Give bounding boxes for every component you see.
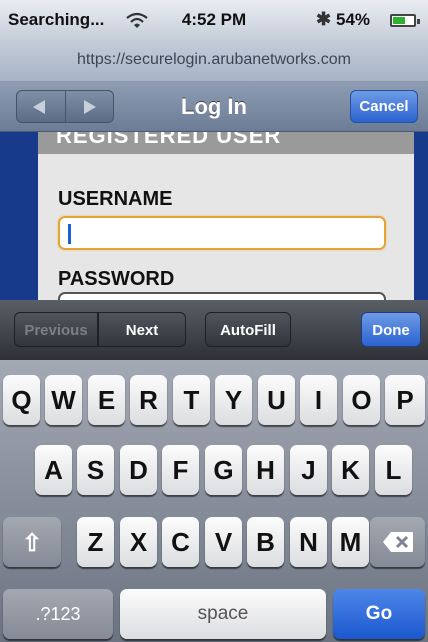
key-r[interactable]: R [130,375,167,425]
backspace-icon [382,532,413,552]
key-c[interactable]: C [162,517,199,567]
form-assistant-bar: Previous Next AutoFill Done [0,300,428,360]
navigation-bar: Log In Cancel [0,82,428,132]
done-button[interactable]: Done [361,312,421,347]
section-header: REGISTERED USER [38,132,414,154]
space-key[interactable]: space [120,589,326,639]
battery-percent: 54% [336,10,371,29]
key-k[interactable]: K [332,445,369,495]
shift-key[interactable]: ⇧ [3,517,61,567]
bluetooth-icon: ✱ [316,9,332,29]
key-u[interactable]: U [258,375,295,425]
username-input[interactable] [58,216,386,250]
battery-icon [390,14,420,27]
login-panel: REGISTERED USER USERNAME PASSWORD [38,132,414,300]
key-g[interactable]: G [205,445,242,495]
key-b[interactable]: B [247,517,284,567]
key-y[interactable]: Y [215,375,252,425]
next-button[interactable]: Next [98,312,186,347]
url-text[interactable]: https://securelogin.arubanetworks.com [0,51,428,69]
key-i[interactable]: I [300,375,337,425]
key-w[interactable]: W [45,375,82,425]
section-heading: REGISTERED USER [56,132,282,148]
password-label: PASSWORD [58,268,175,290]
key-m[interactable]: M [332,517,369,567]
key-s[interactable]: S [77,445,114,495]
key-o[interactable]: O [343,375,380,425]
key-v[interactable]: V [205,517,242,567]
text-cursor [68,224,71,244]
web-content: REGISTERED USER USERNAME PASSWORD [0,132,428,300]
backspace-key[interactable] [370,517,425,567]
key-a[interactable]: A [35,445,72,495]
key-e[interactable]: E [88,375,125,425]
key-l[interactable]: L [375,445,412,495]
shift-icon: ⇧ [21,530,43,557]
go-key[interactable]: Go [333,589,425,639]
status-bar: Searching... 4:52 PM ✱ 54% [0,0,428,40]
key-q[interactable]: Q [3,375,40,425]
url-bar[interactable]: https://securelogin.arubanetworks.com [0,40,428,82]
keyboard: Q W E R T Y U I O P A S D F G H J K L ⇧ … [0,360,428,642]
autofill-button[interactable]: AutoFill [205,312,291,347]
cancel-button[interactable]: Cancel [350,90,418,123]
key-n[interactable]: N [290,517,327,567]
key-f[interactable]: F [162,445,199,495]
key-z[interactable]: Z [77,517,114,567]
previous-button[interactable]: Previous [14,312,98,347]
key-j[interactable]: J [290,445,327,495]
numbers-key[interactable]: .?123 [3,589,113,639]
key-d[interactable]: D [120,445,157,495]
password-input[interactable] [58,292,386,300]
key-x[interactable]: X [120,517,157,567]
key-p[interactable]: P [385,375,425,425]
key-h[interactable]: H [247,445,284,495]
username-label: USERNAME [58,188,173,210]
key-t[interactable]: T [173,375,210,425]
